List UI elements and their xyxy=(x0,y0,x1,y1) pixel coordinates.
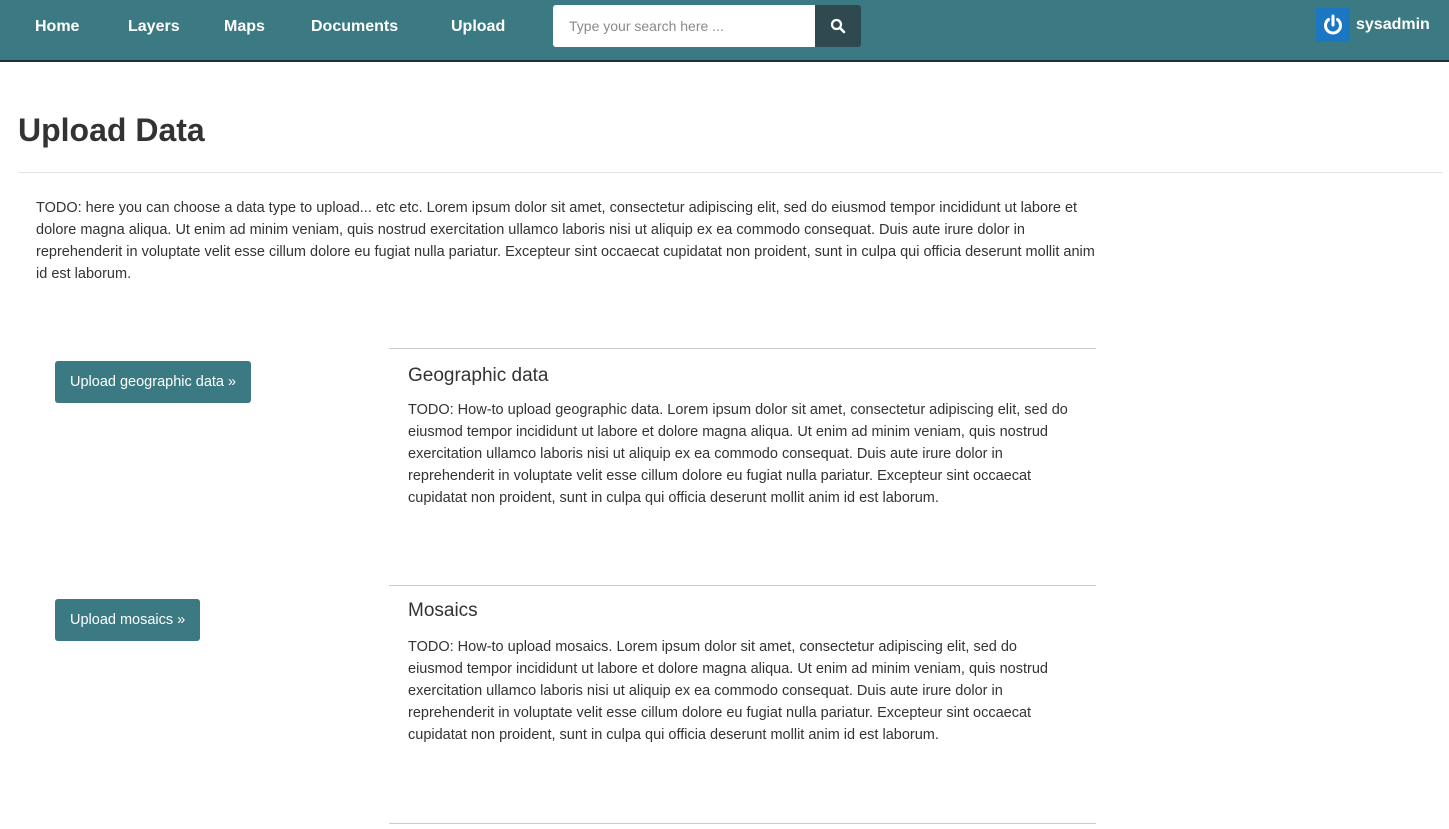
nav-link-maps[interactable]: Maps xyxy=(224,18,265,36)
search-icon xyxy=(830,18,846,34)
user-avatar xyxy=(1316,8,1350,42)
upload-geographic-data-button[interactable]: Upload geographic data » xyxy=(55,361,252,403)
section-title-geographic-data: Geographic data xyxy=(408,365,549,386)
title-divider xyxy=(18,172,1443,173)
search-bar xyxy=(553,5,861,47)
search-button[interactable] xyxy=(815,5,861,47)
top-navbar: Home Layers Maps Documents Upload sysadm… xyxy=(0,0,1449,62)
section-divider xyxy=(389,585,1096,586)
section-title-mosaics: Mosaics xyxy=(408,600,478,621)
section-divider xyxy=(389,348,1096,349)
nav-link-layers[interactable]: Layers xyxy=(128,18,180,36)
search-input[interactable] xyxy=(553,5,815,47)
user-name: sysadmin xyxy=(1356,16,1430,33)
upload-mosaics-button[interactable]: Upload mosaics » xyxy=(55,599,201,641)
user-menu[interactable]: sysadmin xyxy=(1316,7,1430,43)
section-divider xyxy=(389,823,1096,824)
section-body-mosaics: TODO: How-to upload mosaics. Lorem ipsum… xyxy=(408,639,1048,743)
nav-link-home[interactable]: Home xyxy=(35,18,79,36)
power-icon xyxy=(1324,14,1342,35)
nav-link-upload[interactable]: Upload xyxy=(451,18,505,36)
intro-text: TODO: here you can choose a data type to… xyxy=(36,200,1095,282)
page-title: Upload Data xyxy=(18,112,205,148)
section-body-geographic-data: TODO: How-to upload geographic data. Lor… xyxy=(408,402,1068,506)
nav-link-documents[interactable]: Documents xyxy=(311,18,398,36)
